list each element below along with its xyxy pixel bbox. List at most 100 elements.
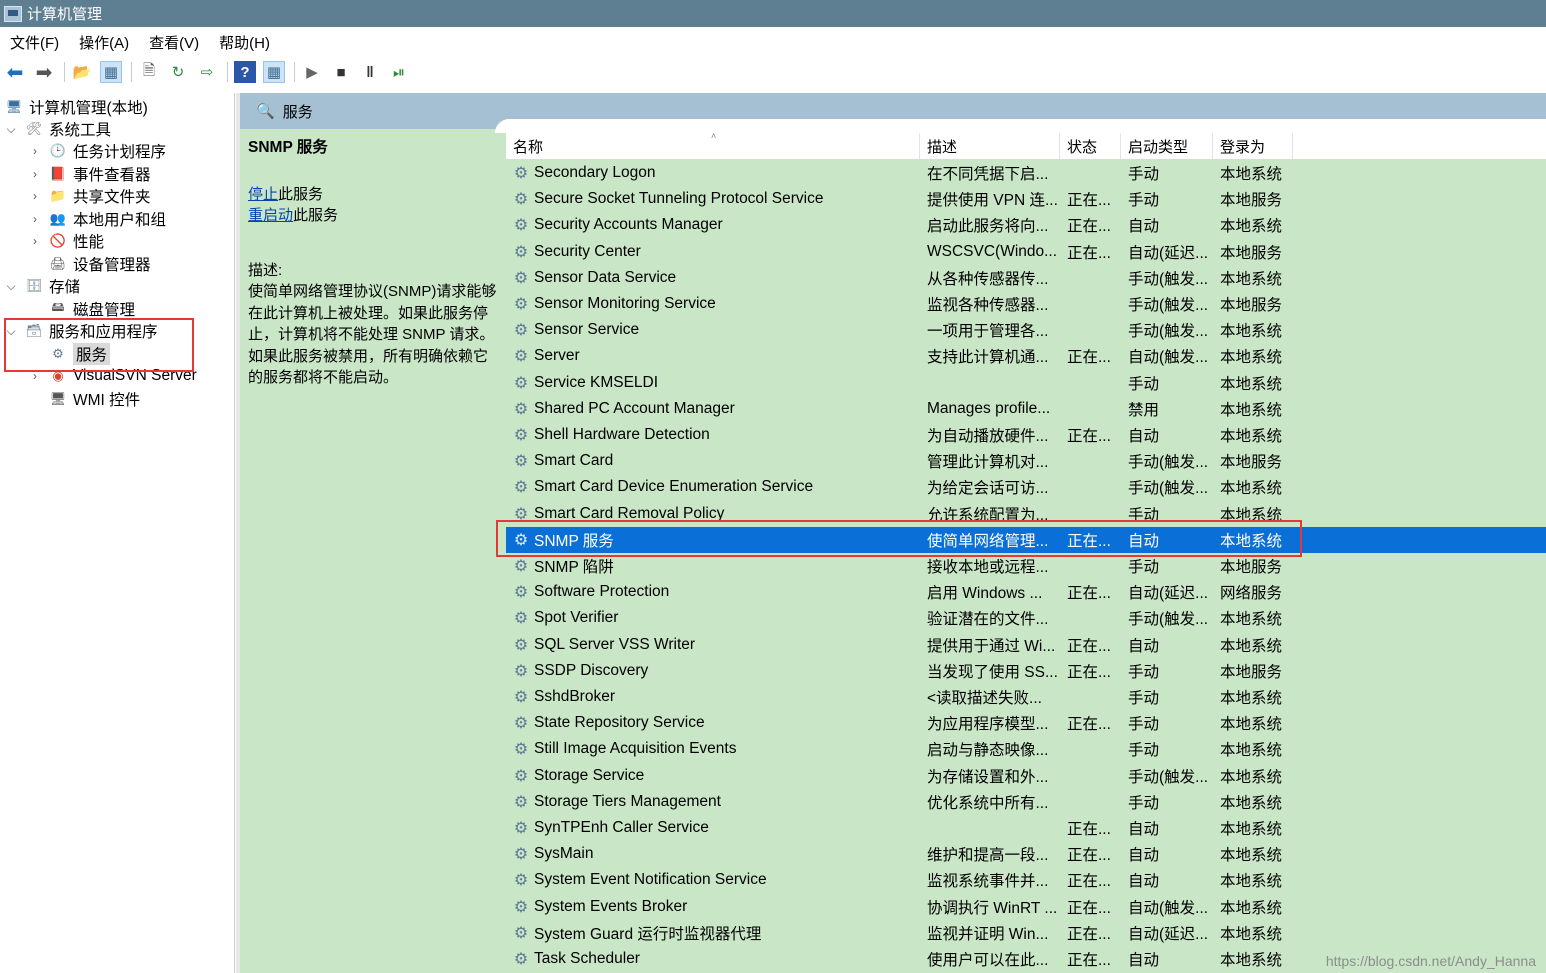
tree-item-performance[interactable]: › 🚫 性能: [28, 230, 104, 252]
menu-view[interactable]: 查看(V): [149, 32, 199, 53]
forward-arrow-icon[interactable]: ➡: [33, 61, 55, 84]
tree-item-shared-folders[interactable]: › 📁 共享文件夹: [28, 185, 151, 207]
service-name-cell: ⚙ Sensor Data Service: [506, 269, 920, 287]
column-header-startup[interactable]: 启动类型: [1121, 133, 1213, 159]
table-row[interactable]: ⚙ System Events Broker 协调执行 WinRT ... 正在...…: [506, 894, 1546, 920]
column-header-status[interactable]: 状态: [1060, 133, 1121, 159]
service-name: Server: [534, 347, 580, 365]
service-startup-type: 自动: [1128, 952, 1160, 969]
table-row[interactable]: ⚙ Smart Card Device Enumeration Service 为给…: [506, 474, 1546, 500]
gear-icon: ⚙: [513, 610, 529, 628]
table-row[interactable]: ⚙ SysMain 维护和提高一段... 正在... 自动 本地系统: [506, 841, 1546, 867]
table-row[interactable]: ⚙ Smart Card 管理此计算机对... 手动(触发... 本地服务: [506, 448, 1546, 474]
column-header-row: 名称 ˄ 描述 状态 启动类型 登录为: [506, 131, 1546, 159]
tree-item-local-users[interactable]: › 👥 本地用户和组: [28, 208, 166, 230]
service-name: SQL Server VSS Writer: [534, 635, 696, 653]
table-row[interactable]: ⚙ Storage Service 为存储设置和外... 手动(触发... 本地系统: [506, 763, 1546, 789]
table-row[interactable]: ⚙ SynTPEnh Caller Service 正在... 自动 本地系统: [506, 815, 1546, 841]
table-row[interactable]: ⚙ Server 支持此计算机通... 正在... 自动(触发... 本地系统: [506, 343, 1546, 369]
service-logon: 本地服务: [1220, 663, 1283, 681]
back-arrow-icon[interactable]: ⬅: [4, 61, 26, 84]
stop-suffix: 此服务: [278, 185, 324, 203]
column-header-desc[interactable]: 描述: [920, 133, 1060, 159]
table-row[interactable]: ⚙ Sensor Data Service 从各种传感器传... 手动(触发... 本地…: [506, 265, 1546, 291]
chevron-right-icon[interactable]: ›: [28, 189, 42, 203]
menu-bar: 文件(F) 操作(A) 查看(V) 帮助(H): [0, 28, 1546, 56]
chevron-right-icon[interactable]: ›: [28, 234, 42, 248]
chevron-down-icon[interactable]: ⌵: [4, 122, 18, 137]
up-folder-icon[interactable]: 📂: [71, 61, 93, 83]
table-row[interactable]: ⚙ Spot Verifier 验证潜在的文件... 手动(触发... 本地系统: [506, 605, 1546, 631]
service-desc: 维护和提高一段...: [927, 847, 1049, 865]
chevron-right-icon[interactable]: ›: [28, 212, 42, 226]
table-row[interactable]: ⚙ Storage Tiers Management 优化系统中所有... 手动 本地系…: [506, 789, 1546, 815]
table-row[interactable]: ⚙ Secondary Logon 在不同凭据下启... 手动 本地系统: [506, 160, 1546, 186]
service-desc: 提供用于通过 Wi...: [927, 637, 1056, 655]
service-name: System Events Broker: [534, 897, 688, 915]
menu-file[interactable]: 文件(F): [10, 32, 59, 53]
service-logon: 本地服务: [1220, 454, 1283, 472]
service-startup-type: 手动(触发...: [1128, 270, 1209, 288]
service-status: 正在...: [1067, 218, 1111, 236]
tree-item-task-scheduler[interactable]: › 🕒 任务计划程序: [28, 140, 166, 162]
service-name-cell: ⚙ SQL Server VSS Writer: [506, 636, 920, 654]
tree-item-device-manager[interactable]: 🖨 设备管理器: [48, 253, 151, 275]
service-name-cell: ⚙ SynTPEnh Caller Service: [506, 819, 920, 837]
table-row[interactable]: ⚙ SshdBroker <读取描述失败... 手动 本地系统: [506, 684, 1546, 710]
menu-action[interactable]: 操作(A): [79, 32, 129, 53]
refresh-icon[interactable]: ↻: [167, 61, 189, 83]
service-status: 正在...: [1067, 873, 1111, 891]
table-row[interactable]: ⚙ SQL Server VSS Writer 提供用于通过 Wi... 正在... 自…: [506, 632, 1546, 658]
table-row[interactable]: ⚙ Secure Socket Tunneling Protocol Servic…: [506, 186, 1546, 212]
tree-item-root[interactable]: 🖥 计算机管理(本地): [4, 96, 148, 118]
table-row[interactable]: ⚙ State Repository Service 为应用程序模型... 正在...…: [506, 710, 1546, 736]
resume-service-icon[interactable]: ⏯: [388, 61, 410, 83]
column-header-name[interactable]: 名称 ˄: [506, 131, 920, 159]
menu-help[interactable]: 帮助(H): [219, 32, 270, 53]
help-icon[interactable]: ?: [234, 61, 256, 83]
tree-item-system-tools[interactable]: ⌵ 🛠 系统工具: [4, 118, 111, 140]
stop-service-icon[interactable]: ■: [330, 61, 352, 83]
show-hide-action-pane-icon[interactable]: ▦: [263, 61, 285, 83]
table-row[interactable]: ⚙ Sensor Service 一项用于管理各... 手动(触发... 本地系统: [506, 317, 1546, 343]
table-row[interactable]: ⚙ System Guard 运行时监视器代理 监视并证明 Win... 正在... 自…: [506, 920, 1546, 946]
tree-item-disk-management[interactable]: 🖴 磁盘管理: [48, 298, 135, 320]
chevron-down-icon[interactable]: ⌵: [4, 279, 18, 294]
table-row[interactable]: ⚙ Still Image Acquisition Events 启动与静态映像..…: [506, 736, 1546, 762]
table-row[interactable]: ⚙ Security Center WSCSVC(Windo... 正在... 自动(延…: [506, 239, 1546, 265]
show-hide-tree-icon[interactable]: ▦: [100, 61, 122, 83]
tree-item-event-viewer[interactable]: › 📕 事件查看器: [28, 163, 151, 185]
start-service-icon[interactable]: ▶: [301, 61, 323, 83]
chevron-right-icon[interactable]: ›: [28, 144, 42, 158]
pause-service-icon[interactable]: ‖: [359, 61, 381, 83]
tree-item-storage[interactable]: ⌵ 🗄 存储: [4, 275, 80, 297]
service-logon: 本地系统: [1220, 690, 1283, 707]
table-row[interactable]: ⚙ Sensor Monitoring Service 监视各种传感器... 手动(触…: [506, 291, 1546, 317]
gear-icon: ⚙: [513, 165, 529, 182]
service-startup-type: 自动(延迟...: [1128, 585, 1209, 603]
service-startup-type: 手动: [1128, 663, 1160, 681]
highlight-box-row: [496, 520, 1302, 557]
table-row[interactable]: ⚙ Software Protection 启用 Windows ... 正在... 自…: [506, 579, 1546, 605]
properties-icon[interactable]: 🗎: [138, 61, 160, 83]
table-row[interactable]: ⚙ System Event Notification Service 监视系统事件…: [506, 867, 1546, 893]
watermark: https://blog.csdn.net/Andy_Hanna: [1325, 953, 1536, 969]
tree-item-label: 事件查看器: [73, 167, 151, 184]
tree-item-label: 任务计划程序: [73, 144, 167, 161]
column-header-logon[interactable]: 登录为: [1213, 133, 1293, 159]
table-row[interactable]: ⚙ Security Accounts Manager 启动此服务将向... 正在..…: [506, 212, 1546, 238]
chevron-right-icon[interactable]: ›: [28, 167, 42, 181]
restart-service-link[interactable]: 重启动: [248, 207, 293, 224]
tree-item-label: 本地用户和组: [73, 212, 167, 229]
table-row[interactable]: ⚙ Shell Hardware Detection 为自动播放硬件... 正在...…: [506, 422, 1546, 448]
table-row[interactable]: ⚙ Service KMSELDI 手动 本地系统: [506, 370, 1546, 396]
service-logon: 本地服务: [1220, 244, 1283, 262]
service-status: 正在...: [1067, 244, 1111, 262]
table-row[interactable]: ⚙ Shared PC Account Manager Manages profil…: [506, 396, 1546, 422]
service-name-cell: ⚙ Secure Socket Tunneling Protocol Servic…: [506, 190, 920, 208]
stop-service-link[interactable]: 停止: [248, 186, 278, 203]
tree-item-wmi[interactable]: 🖥 WMI 控件: [48, 388, 140, 410]
table-row[interactable]: ⚙ SSDP Discovery 当发现了使用 SS... 正在... 手动 本地服务: [506, 658, 1546, 684]
export-list-icon[interactable]: ⇨: [196, 61, 218, 83]
service-desc: 使用户可以在此...: [927, 952, 1049, 969]
